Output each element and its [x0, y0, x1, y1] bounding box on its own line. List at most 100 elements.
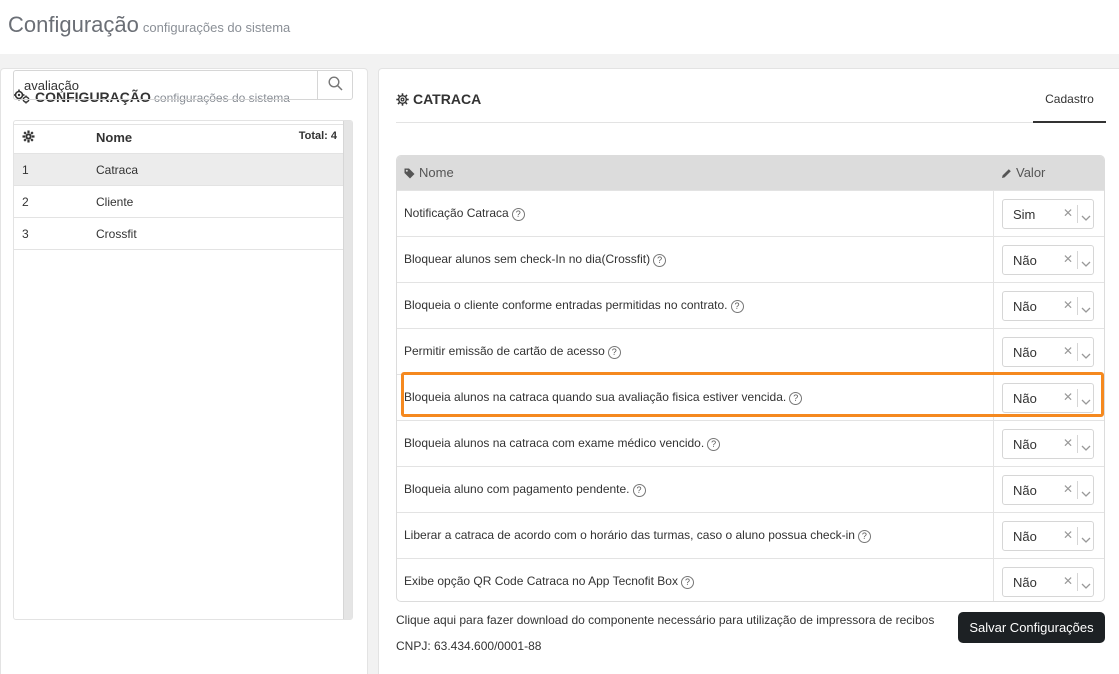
- select-value: Sim: [1013, 207, 1036, 222]
- chevron-down-icon[interactable]: [1081, 577, 1091, 592]
- chevron-down-icon[interactable]: [1081, 531, 1091, 546]
- setting-label: Bloqueia alunos na catraca quando sua av…: [404, 390, 803, 405]
- value-select[interactable]: Não ✕: [1002, 383, 1094, 413]
- select-value: Não: [1013, 529, 1037, 544]
- setting-label: Bloqueia o cliente conforme entradas per…: [404, 298, 744, 313]
- setting-label: Liberar a catraca de acordo com o horári…: [404, 528, 871, 543]
- column-divider: [993, 237, 994, 283]
- select-value: Não: [1013, 391, 1037, 406]
- help-icon[interactable]: ?: [730, 300, 744, 313]
- download-link[interactable]: Clique aqui para fazer download do compo…: [396, 613, 934, 627]
- chevron-down-icon[interactable]: [1081, 485, 1091, 500]
- page-title-text: Configuração: [8, 12, 139, 37]
- clear-icon[interactable]: ✕: [1063, 528, 1073, 542]
- chevron-down-icon[interactable]: [1081, 439, 1091, 454]
- tab-cadastro[interactable]: Cadastro: [1033, 89, 1106, 123]
- table-header-name: Nome: [404, 165, 454, 182]
- save-button[interactable]: Salvar Configurações: [958, 612, 1105, 643]
- setting-label: Exibe opção QR Code Catraca no App Tecno…: [404, 574, 694, 589]
- table-header: Nome Valor: [397, 156, 1104, 190]
- table-row: Bloqueia alunos na catraca com exame méd…: [397, 420, 1104, 467]
- list-item-number: 3: [22, 227, 29, 241]
- column-divider: [993, 329, 994, 375]
- help-icon[interactable]: ?: [653, 254, 667, 267]
- column-divider: [993, 375, 994, 421]
- value-select[interactable]: Sim ✕: [1002, 199, 1094, 229]
- value-select[interactable]: Não ✕: [1002, 521, 1094, 551]
- table-header-value: Valor: [1001, 165, 1045, 182]
- select-divider: [1077, 573, 1078, 591]
- chevron-down-icon[interactable]: [1081, 347, 1091, 362]
- value-select[interactable]: Não ✕: [1002, 475, 1094, 505]
- help-icon[interactable]: ?: [680, 576, 694, 589]
- clear-icon[interactable]: ✕: [1063, 436, 1073, 450]
- setting-label-text: Bloqueia alunos na catraca quando sua av…: [404, 390, 787, 404]
- setting-label-text: Bloquear alunos sem check-In no dia(Cros…: [404, 252, 651, 266]
- column-divider: [993, 559, 994, 601]
- help-icon[interactable]: ?: [511, 208, 525, 221]
- value-select[interactable]: Não ✕: [1002, 337, 1094, 367]
- list-item[interactable]: 1 Catraca: [14, 154, 344, 186]
- help-icon[interactable]: ?: [607, 346, 621, 359]
- column-divider: [993, 283, 994, 329]
- clear-icon[interactable]: ✕: [1063, 298, 1073, 312]
- select-divider: [1077, 389, 1078, 407]
- table-row: Liberar a catraca de acordo com o horári…: [397, 512, 1104, 559]
- cog-icon: [22, 130, 35, 146]
- cnpj-text: CNPJ: 63.434.600/0001-88: [396, 639, 542, 653]
- column-divider: [993, 467, 994, 513]
- search-box: [13, 70, 353, 100]
- setting-label-text: Permitir emissão de cartão de acesso: [404, 344, 605, 358]
- table-header-value-text: Valor: [1016, 165, 1046, 180]
- tag-icon: [404, 167, 415, 182]
- column-divider: [993, 421, 994, 467]
- chevron-down-icon[interactable]: [1081, 209, 1091, 224]
- clear-icon[interactable]: ✕: [1063, 206, 1073, 220]
- select-divider: [1077, 205, 1078, 223]
- select-value: Não: [1013, 483, 1037, 498]
- table-row: Bloqueia alunos na catraca quando sua av…: [397, 374, 1104, 421]
- section-title: CATRACA: [396, 91, 481, 109]
- help-icon[interactable]: ?: [857, 530, 871, 543]
- table-header-name-text: Nome: [419, 165, 454, 180]
- settings-table: Nome Valor Notificação Catraca? Sim ✕ Blo…: [396, 155, 1105, 602]
- help-icon[interactable]: ?: [789, 392, 803, 405]
- select-value: Não: [1013, 345, 1037, 360]
- clear-icon[interactable]: ✕: [1063, 252, 1073, 266]
- setting-label-text: Bloqueia o cliente conforme entradas per…: [404, 298, 728, 312]
- value-select[interactable]: Não ✕: [1002, 291, 1094, 321]
- table-row: Notificação Catraca? Sim ✕: [397, 190, 1104, 237]
- setting-label-text: Bloqueia aluno com pagamento pendente.: [404, 482, 630, 496]
- setting-label: Permitir emissão de cartão de acesso?: [404, 344, 621, 359]
- setting-label-text: Notificação Catraca: [404, 206, 509, 220]
- chevron-down-icon[interactable]: [1081, 301, 1091, 316]
- value-select[interactable]: Não ✕: [1002, 429, 1094, 459]
- list-item[interactable]: 3 Crossfit: [14, 218, 344, 250]
- clear-icon[interactable]: ✕: [1063, 390, 1073, 404]
- select-value: Não: [1013, 575, 1037, 590]
- list-item-number: 2: [22, 195, 29, 209]
- setting-label-text: Liberar a catraca de acordo com o horári…: [404, 528, 855, 542]
- search-input[interactable]: [14, 71, 318, 99]
- clear-icon[interactable]: ✕: [1063, 344, 1073, 358]
- chevron-down-icon[interactable]: [1081, 255, 1091, 270]
- column-divider: [993, 513, 994, 559]
- setting-label: Bloqueia alunos na catraca com exame méd…: [404, 436, 721, 451]
- list-scrollbar[interactable]: [343, 121, 352, 619]
- chevron-down-icon[interactable]: [1081, 393, 1091, 408]
- clear-icon[interactable]: ✕: [1063, 482, 1073, 496]
- list-header-name: Nome: [96, 130, 133, 145]
- column-divider: [993, 191, 994, 237]
- help-icon[interactable]: ?: [632, 484, 646, 497]
- help-icon[interactable]: ?: [707, 438, 721, 451]
- select-divider: [1077, 435, 1078, 453]
- select-divider: [1077, 481, 1078, 499]
- list-item[interactable]: 2 Cliente: [14, 186, 344, 218]
- setting-label: Bloqueia aluno com pagamento pendente.?: [404, 482, 646, 497]
- clear-icon[interactable]: ✕: [1063, 574, 1073, 588]
- value-select[interactable]: Não ✕: [1002, 567, 1094, 597]
- search-button[interactable]: [317, 71, 352, 99]
- value-select[interactable]: Não ✕: [1002, 245, 1094, 275]
- list-item-number: 1: [22, 163, 29, 177]
- page-header: Configuração configurações do sistema: [0, 0, 1119, 54]
